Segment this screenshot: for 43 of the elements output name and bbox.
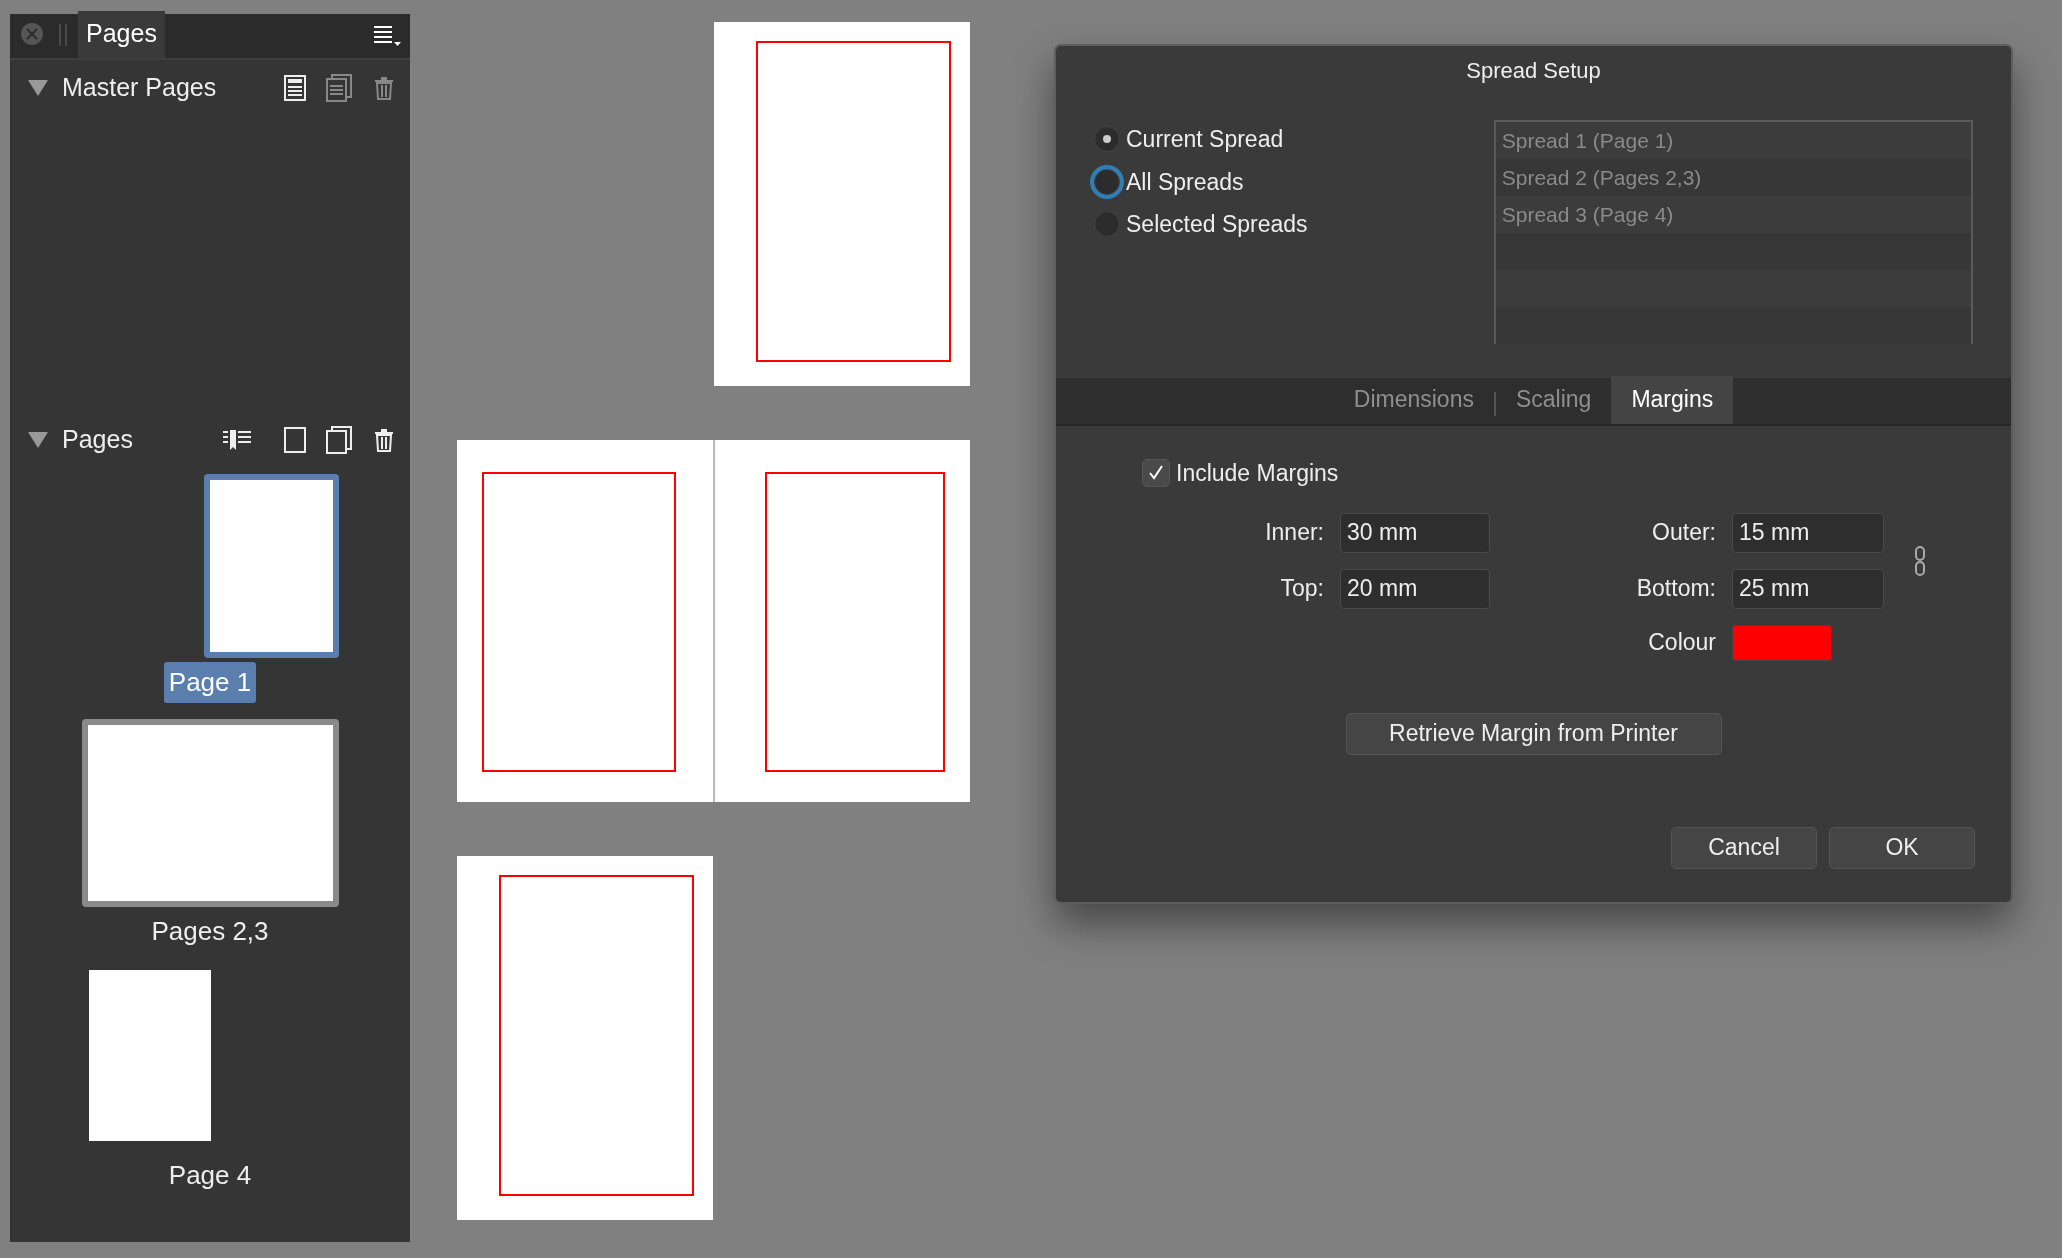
page-thumbnail[interactable]	[88, 970, 211, 1141]
field-label: Outer:	[1651, 518, 1716, 548]
section-title: Pages	[62, 424, 133, 456]
dialog-tab[interactable]: Dimensions	[1333, 375, 1494, 424]
dialog-button[interactable]: OK	[1829, 826, 1975, 869]
page-label: Page 4	[167, 1159, 253, 1192]
radio-label[interactable]: Selected Spreads	[1126, 207, 1308, 242]
duplicate-page-icon[interactable]	[326, 426, 352, 454]
dialog-tab[interactable]: Margins	[1611, 375, 1734, 424]
dialog-tab[interactable]: Scaling	[1495, 375, 1612, 424]
panel-menu-icon[interactable]	[372, 24, 402, 48]
colour-label: Colour	[1647, 628, 1716, 658]
close-icon	[20, 22, 44, 46]
radio-label[interactable]: All Spreads	[1126, 164, 1244, 199]
trash-icon[interactable]	[372, 427, 396, 453]
input-field[interactable]: 15 mm	[1732, 512, 1884, 553]
collapse-triangle-icon[interactable]	[28, 432, 48, 448]
dialog-title: Spread Setup	[1465, 57, 1602, 85]
page-thumbnail[interactable]	[81, 719, 339, 907]
page-thumbnail[interactable]	[203, 474, 339, 658]
collapse-triangle-icon[interactable]	[28, 80, 48, 96]
input-field[interactable]: 25 mm	[1732, 568, 1884, 609]
input-field[interactable]: 20 mm	[1340, 568, 1490, 609]
page-icon[interactable]	[284, 75, 306, 101]
grip-icon	[58, 24, 68, 46]
chain-link-icon[interactable]	[1914, 545, 1926, 576]
blank-page-icon[interactable]	[284, 427, 306, 453]
page-label: Pages 2,3	[150, 915, 270, 948]
field-label: Bottom:	[1635, 574, 1716, 604]
section-title: Master Pages	[62, 72, 217, 104]
pages-icon[interactable]	[326, 74, 352, 102]
colour-swatch[interactable]	[1732, 624, 1832, 661]
panel-tab[interactable]: Pages	[78, 10, 165, 58]
input-field[interactable]: 30 mm	[1340, 512, 1490, 553]
bookmark-list-icon[interactable]	[222, 428, 252, 452]
dialog-button[interactable]: Cancel	[1671, 826, 1817, 869]
field-label: Top:	[1279, 574, 1324, 604]
radio-button[interactable]	[1094, 126, 1120, 153]
radio-label[interactable]: Current Spread	[1126, 122, 1284, 157]
field-label: Inner:	[1264, 518, 1324, 548]
include-margins-checkbox[interactable]: Include Margins	[1142, 456, 1339, 491]
retrieve-margin-button[interactable]: Retrieve Margin from Printer	[1345, 712, 1722, 755]
page-label: Page 1	[163, 662, 257, 703]
